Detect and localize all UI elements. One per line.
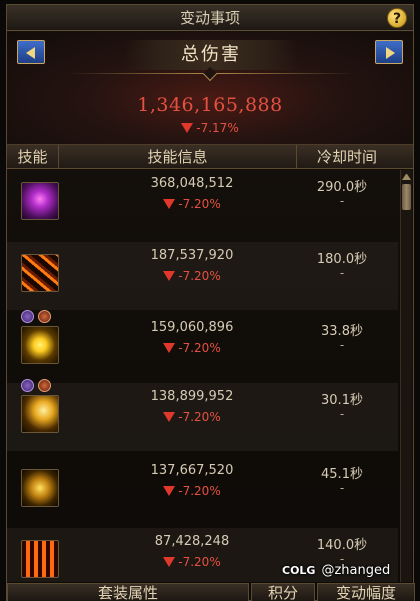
- skill-damage-change: -7.20%: [107, 410, 277, 424]
- tab-change-range[interactable]: 变动幅度: [317, 583, 415, 601]
- skill-buff-badges: [21, 377, 61, 392]
- arrow-left-icon: [26, 47, 35, 59]
- fire-claw-skill-icon[interactable]: [21, 254, 59, 292]
- skill-cooldown-change: -: [339, 481, 345, 495]
- total-damage-header: 总伤害 1,346,165,888 -7.17%: [7, 32, 413, 145]
- decrease-arrow-icon: [163, 343, 176, 353]
- skill-damage-change: -7.20%: [107, 555, 277, 569]
- watermark-logo: COLG: [282, 564, 316, 577]
- buff-swirl-icon: [38, 310, 51, 323]
- golden-strike-skill-icon[interactable]: [21, 395, 59, 433]
- tab-points[interactable]: 积分: [251, 583, 315, 601]
- skill-damage-change: -7.20%: [107, 341, 277, 355]
- tab-set-attributes[interactable]: 套装属性: [7, 583, 249, 601]
- skill-damage: 87,428,248: [154, 534, 230, 549]
- help-icon[interactable]: ?: [387, 8, 407, 28]
- decrease-arrow-icon: [163, 271, 176, 281]
- decrease-arrow-icon: [163, 557, 176, 567]
- skill-cooldown-change: -: [339, 266, 345, 280]
- change-details-panel: 变动事项 ? 总伤害 1,346,165,888 -7.17% 技能 技能信息 …: [6, 4, 415, 601]
- skill-cooldown: 290.0秒: [316, 180, 368, 195]
- column-header: 技能 技能信息 冷却时间: [7, 145, 413, 169]
- skill-change-value: -7.20%: [178, 484, 221, 498]
- skill-damage-change: -7.20%: [107, 269, 277, 283]
- skill-cooldown: 140.0秒: [316, 538, 368, 553]
- total-damage-value: 1,346,165,888: [137, 94, 283, 116]
- purple-burst-skill-icon[interactable]: [21, 182, 59, 220]
- buff-swirl-icon: [38, 379, 51, 392]
- total-damage-change: -7.17%: [7, 121, 413, 135]
- total-change-value: -7.17%: [196, 121, 239, 135]
- skill-damage-change: -7.20%: [107, 197, 277, 211]
- skill-damage-change: -7.20%: [107, 484, 277, 498]
- list-scrollbar[interactable]: [400, 170, 412, 582]
- skill-cooldown-change: -: [339, 338, 345, 352]
- skill-damage: 159,060,896: [150, 320, 234, 335]
- skill-cooldown: 180.0秒: [316, 252, 368, 267]
- watermark: COLG @zhanged: [282, 563, 390, 578]
- skill-change-value: -7.20%: [178, 410, 221, 424]
- skill-cooldown-change: -: [339, 194, 345, 208]
- skill-change-value: -7.20%: [178, 341, 221, 355]
- arrow-right-icon: [386, 47, 395, 59]
- watermark-user: @zhanged: [321, 563, 391, 578]
- skill-damage: 368,048,512: [150, 176, 234, 191]
- scroll-thumb[interactable]: [402, 184, 411, 210]
- skill-buff-badges: [21, 308, 61, 323]
- decrease-arrow-icon: [163, 486, 176, 496]
- skill-list: 368,048,512 -7.20% 290.0秒 - 187,537,920 …: [7, 170, 398, 582]
- skill-damage: 187,537,920: [150, 248, 234, 263]
- table-row[interactable]: 159,060,896 -7.20% 33.8秒 -: [7, 310, 398, 382]
- flame-eye-skill-icon[interactable]: [21, 540, 59, 578]
- skill-cooldown-change: -: [339, 407, 345, 421]
- decrease-arrow-icon: [163, 199, 176, 209]
- table-row[interactable]: 187,537,920 -7.20% 180.0秒 -: [7, 242, 398, 310]
- table-row[interactable]: 368,048,512 -7.20% 290.0秒 -: [7, 170, 398, 238]
- golden-ring-skill-icon[interactable]: [21, 469, 59, 507]
- header-title: 总伤害: [124, 40, 298, 70]
- skill-change-value: -7.20%: [178, 555, 221, 569]
- skill-change-value: -7.20%: [178, 269, 221, 283]
- table-row[interactable]: 138,899,952 -7.20% 30.1秒 -: [7, 379, 398, 451]
- skill-damage: 138,899,952: [150, 389, 234, 404]
- column-cooldown[interactable]: 冷却时间: [297, 145, 397, 169]
- column-skill-info[interactable]: 技能信息: [59, 145, 297, 169]
- skill-cooldown: 45.1秒: [321, 467, 363, 482]
- previous-button[interactable]: [17, 40, 45, 64]
- column-skill[interactable]: 技能: [7, 145, 59, 169]
- table-row[interactable]: 137,667,520 -7.20% 45.1秒 -: [7, 457, 398, 525]
- bottom-tab-bar: 套装属性 积分 变动幅度: [7, 583, 415, 601]
- skill-cooldown: 33.8秒: [321, 324, 363, 339]
- decrease-arrow-icon: [163, 412, 176, 422]
- window-title: 变动事项: [179, 9, 240, 27]
- buff-rune-icon: [21, 379, 34, 392]
- scroll-up-icon[interactable]: [402, 171, 411, 180]
- window-title-bar: 变动事项 ?: [7, 5, 413, 31]
- buff-rune-icon: [21, 310, 34, 323]
- skill-change-value: -7.20%: [178, 197, 221, 211]
- skill-damage: 137,667,520: [150, 463, 234, 478]
- decrease-arrow-icon: [181, 123, 194, 133]
- skill-cooldown: 30.1秒: [321, 393, 363, 408]
- next-button[interactable]: [375, 40, 403, 64]
- lightning-skill-icon[interactable]: [21, 326, 59, 364]
